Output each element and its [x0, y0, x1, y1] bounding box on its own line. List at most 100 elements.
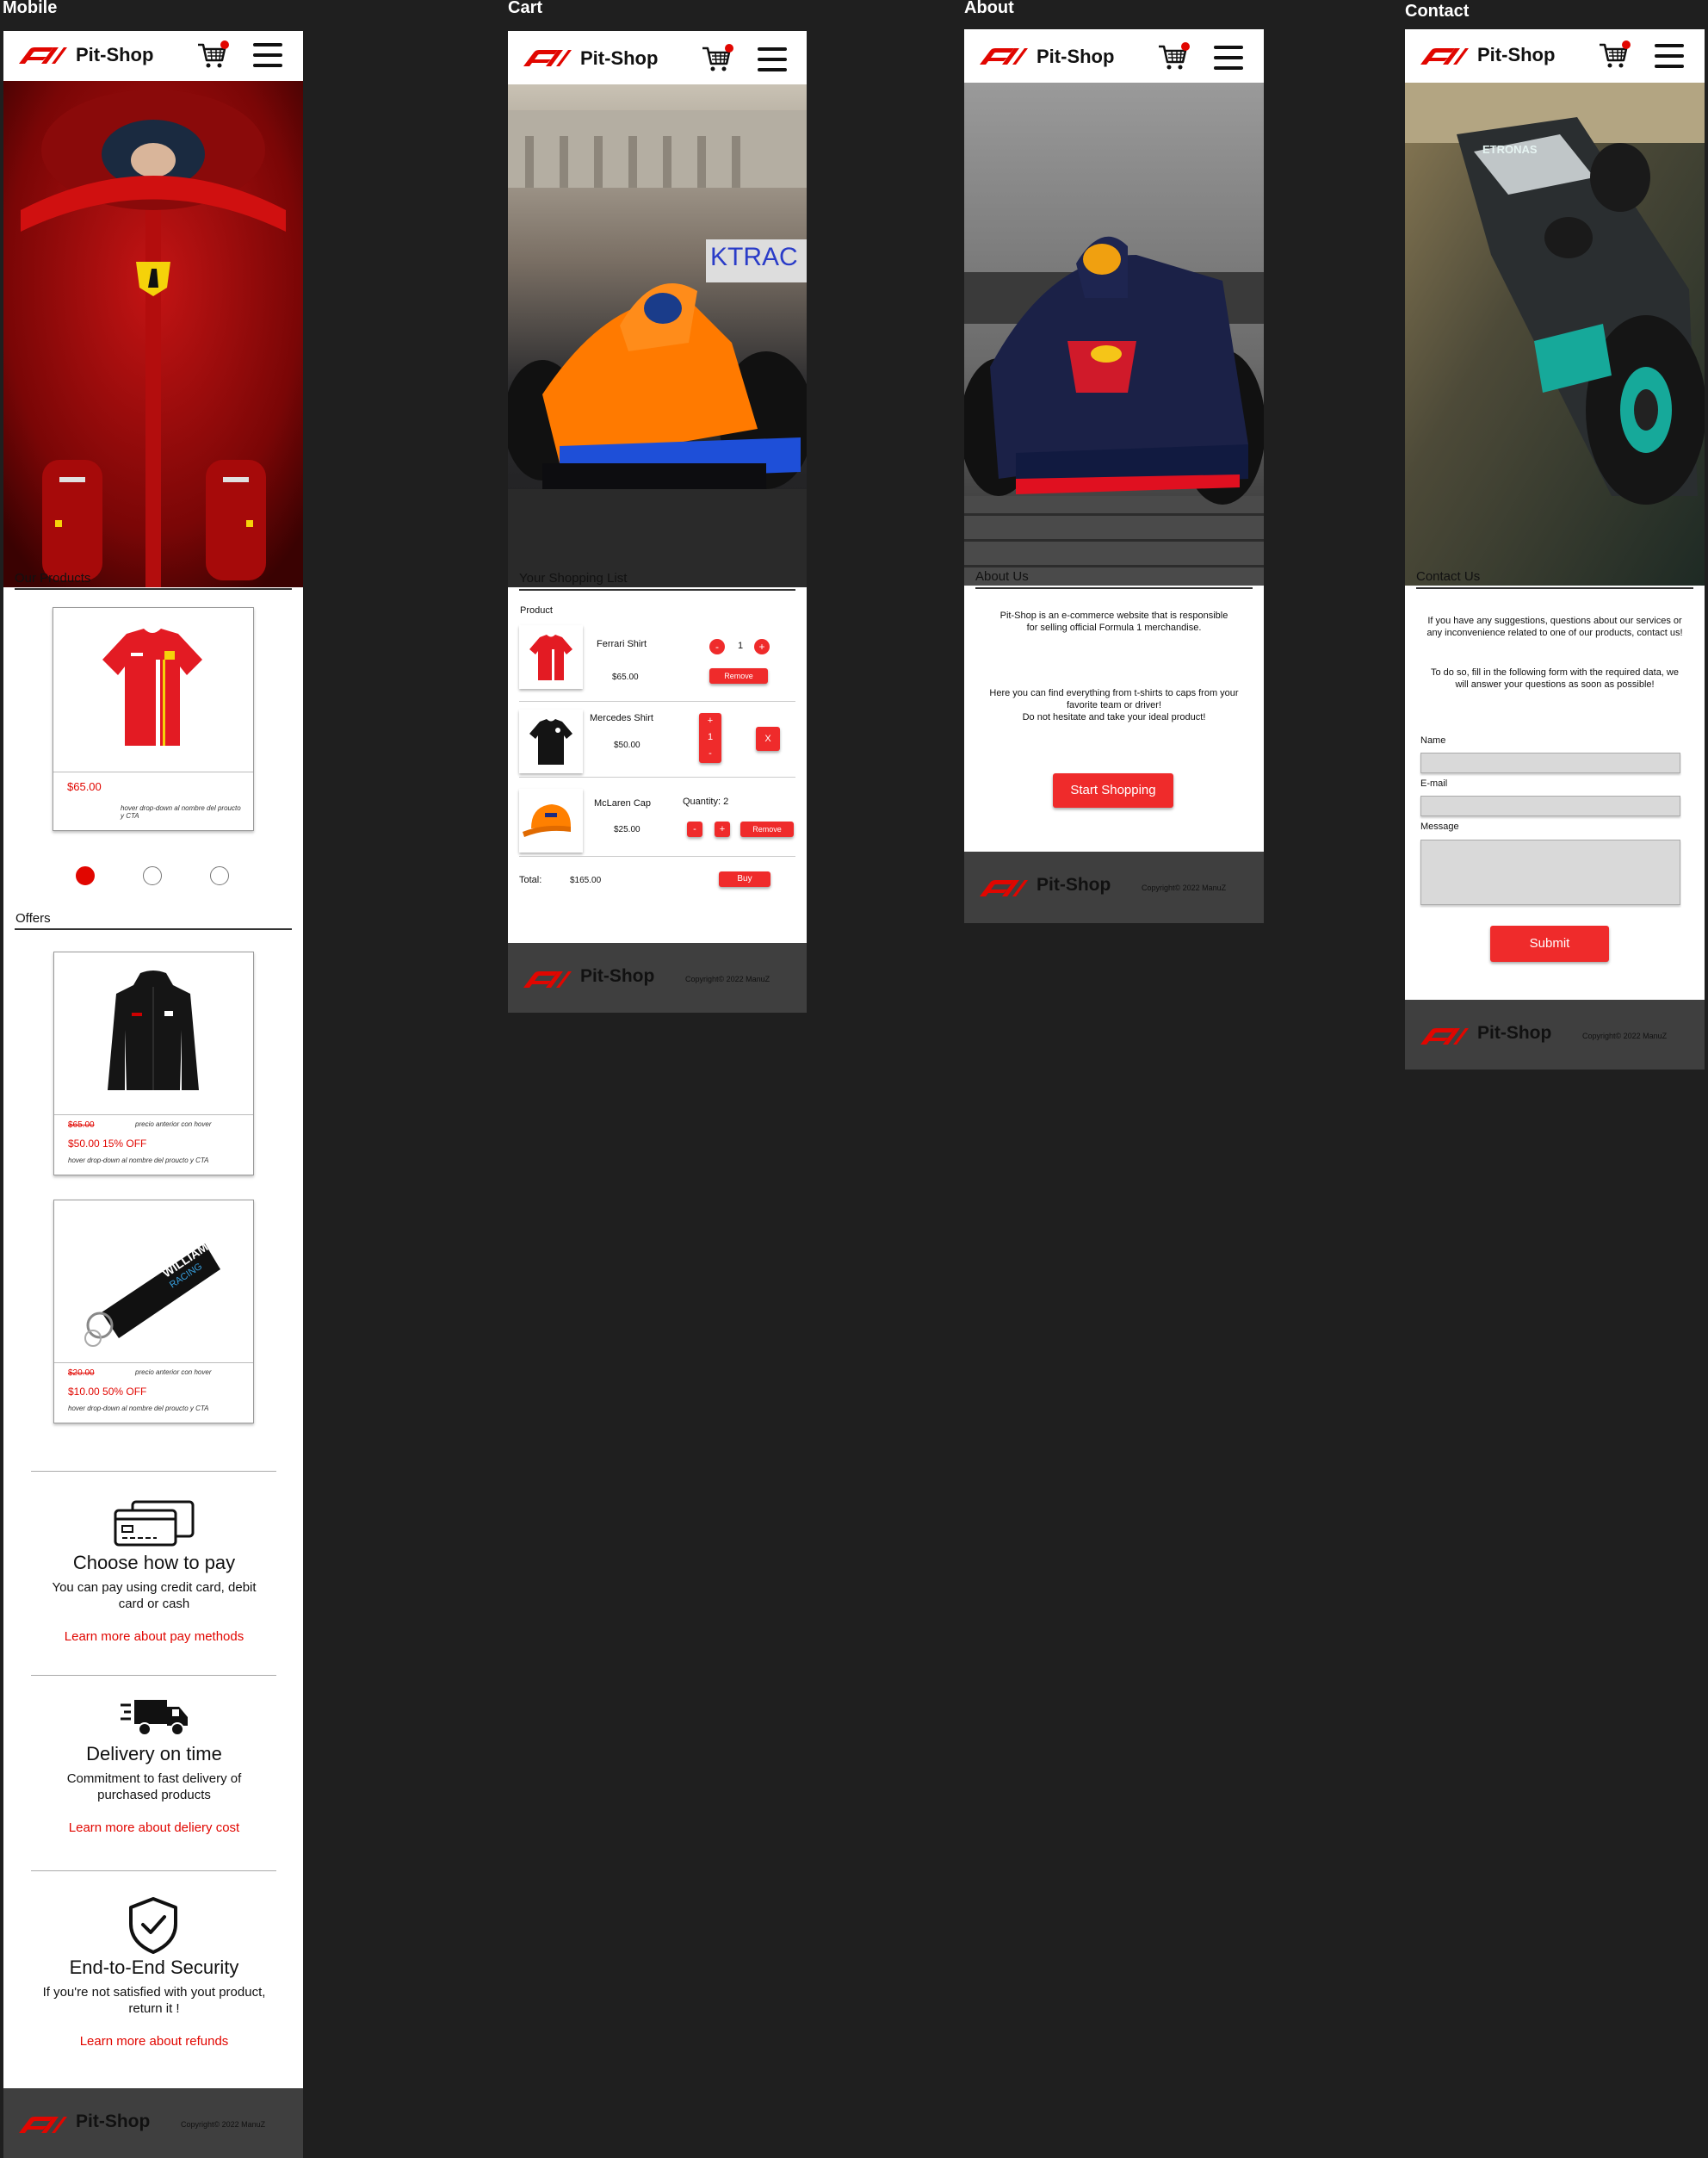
start-shopping-button[interactable]: Start Shopping: [1053, 773, 1173, 808]
cart-badge: [1622, 40, 1631, 49]
divider: [31, 1675, 276, 1676]
frame-label-contact: Contact: [1405, 2, 1470, 21]
navbar: Pit-Shop: [1405, 29, 1705, 83]
navbar: Pit-Shop: [964, 29, 1264, 83]
offer-new-price: $50.00 15% OFF: [68, 1138, 147, 1150]
hamburger-menu-icon[interactable]: [253, 43, 282, 67]
copyright-text: Copyright© 2022 ManuZ: [685, 975, 770, 983]
qty-stepper-vertical[interactable]: + 1 -: [699, 713, 721, 763]
offer-old-price: $20.00: [68, 1368, 95, 1378]
decrease-qty-button[interactable]: -: [709, 639, 725, 654]
cart-badge: [220, 40, 229, 49]
brand-name[interactable]: Pit-Shop: [1037, 46, 1114, 68]
f1-logo-icon[interactable]: [1419, 1026, 1470, 1046]
mclaren-cap-image: [523, 804, 571, 837]
feature-text: You can pay using credit card, debit car…: [52, 1580, 257, 1611]
learn-more-delivery-link[interactable]: Learn more about deliery cost: [3, 1820, 303, 1835]
remove-button[interactable]: Remove: [709, 668, 768, 684]
f1-logo-icon[interactable]: [522, 969, 573, 989]
message-field[interactable]: [1420, 840, 1680, 905]
cart-item-name: Mercedes Shirt: [590, 713, 653, 723]
cart-item-thumb: [519, 789, 583, 853]
f1-logo-icon[interactable]: [17, 2114, 69, 2135]
frame-label-mobile: Mobile: [3, 0, 58, 17]
copyright-text: Copyright© 2022 ManuZ: [181, 2120, 266, 2129]
shopping-list-title: Your Shopping List: [519, 571, 628, 586]
f1-logo-icon[interactable]: [978, 46, 1030, 66]
divider: [31, 1870, 276, 1871]
increase-qty-button[interactable]: +: [699, 713, 721, 729]
product-card[interactable]: $65.00 hover drop-down al nombre del pro…: [53, 607, 254, 831]
divider: [519, 701, 795, 702]
product-note: hover drop-down al nombre del proucto y …: [121, 804, 241, 820]
carousel-dot-3[interactable]: [210, 866, 229, 885]
carousel-dot-2[interactable]: [143, 866, 162, 885]
submit-button[interactable]: Submit: [1490, 926, 1609, 962]
about-paragraph-1: Pit-Shop is an e-commerce website that i…: [999, 611, 1228, 633]
hamburger-menu-icon[interactable]: [758, 47, 787, 71]
f1-logo-icon[interactable]: [978, 877, 1030, 898]
f1-logo-icon[interactable]: [522, 47, 573, 68]
increase-qty-button[interactable]: +: [715, 822, 730, 837]
footer-brand[interactable]: Pit-Shop: [580, 966, 654, 987]
footer-brand[interactable]: Pit-Shop: [1477, 1023, 1551, 1044]
our-products-title: Our Products: [15, 571, 91, 586]
footer-brand[interactable]: Pit-Shop: [76, 2111, 150, 2132]
offer-new-price: $10.00 50% OFF: [68, 1386, 147, 1398]
f1-logo-icon[interactable]: [1419, 46, 1470, 66]
about-frame: Pit-Shop About Us Pit-Shop is an e-comme…: [964, 29, 1264, 923]
credit-card-icon: [114, 1500, 195, 1547]
f1-logo-icon[interactable]: [17, 45, 69, 65]
offer-card-2[interactable]: WILLIAMS RACING $20.00 precio anterior c…: [53, 1200, 254, 1423]
offer-card-1[interactable]: $65.00 precio anterior con hover $50.00 …: [53, 952, 254, 1175]
brand-name[interactable]: Pit-Shop: [580, 47, 658, 70]
brand-name[interactable]: Pit-Shop: [76, 44, 153, 66]
email-label: E-mail: [1420, 778, 1448, 789]
hamburger-menu-icon[interactable]: [1655, 44, 1684, 68]
cart-frame: Pit-Shop KTRAC Your Shopping List Produc…: [508, 31, 807, 1013]
williams-lanyard-image: WILLIAMS RACING: [84, 1236, 220, 1347]
footer-brand[interactable]: Pit-Shop: [1037, 875, 1111, 896]
feature-title: Delivery on time: [86, 1743, 222, 1764]
navbar: Pit-Shop: [508, 31, 807, 84]
about-paragraph-3: Do not hesitate and take your ideal prod…: [1022, 712, 1206, 722]
frame-label-cart: Cart: [508, 0, 543, 17]
mercedes-shirt-image: [529, 719, 572, 765]
brand-name[interactable]: Pit-Shop: [1477, 44, 1555, 66]
cart-item-thumb: [519, 710, 583, 773]
hamburger-menu-icon[interactable]: [1214, 46, 1243, 70]
decrease-qty-button[interactable]: -: [687, 822, 702, 837]
frame-label-about: About: [964, 0, 1014, 17]
svg-text:ETRONAS: ETRONAS: [1482, 143, 1538, 156]
divider: [975, 587, 1253, 589]
divider: [519, 856, 795, 857]
footer: Pit-Shop Copyright© 2022 ManuZ: [964, 852, 1264, 923]
learn-more-refunds-link[interactable]: Learn more about refunds: [3, 2034, 303, 2049]
svg-text:KTRAC: KTRAC: [710, 243, 798, 271]
mobile-frame: Pit-Shop Our Products $65.00 hover drop-…: [3, 31, 303, 2158]
offer-note: hover drop-down al nombre del proucto y …: [68, 1405, 209, 1412]
cart-item-price: $65.00: [612, 673, 639, 682]
learn-more-pay-link[interactable]: Learn more about pay methods: [3, 1629, 303, 1644]
remove-button[interactable]: X: [756, 727, 780, 751]
ferrari-shirt-image: [102, 629, 202, 746]
cart-item-price: $50.00: [614, 741, 640, 750]
hero-redbull-image: [964, 83, 1264, 586]
decrease-qty-button[interactable]: -: [699, 746, 721, 762]
remove-button[interactable]: Remove: [740, 822, 794, 837]
contact-title: Contact Us: [1416, 569, 1481, 584]
message-label: Message: [1420, 822, 1459, 832]
increase-qty-button[interactable]: +: [754, 639, 770, 654]
qty-value: 1: [738, 641, 744, 651]
divider: [15, 928, 292, 930]
total-label: Total:: [519, 875, 542, 885]
email-field[interactable]: [1420, 796, 1680, 816]
carousel-dot-1[interactable]: [76, 866, 95, 885]
about-title: About Us: [975, 569, 1029, 584]
divider: [1416, 587, 1693, 589]
buy-button[interactable]: Buy: [719, 871, 770, 887]
cart-item-name: McLaren Cap: [594, 798, 652, 809]
name-field[interactable]: [1420, 753, 1680, 773]
divider: [519, 777, 795, 778]
name-label: Name: [1420, 735, 1446, 746]
